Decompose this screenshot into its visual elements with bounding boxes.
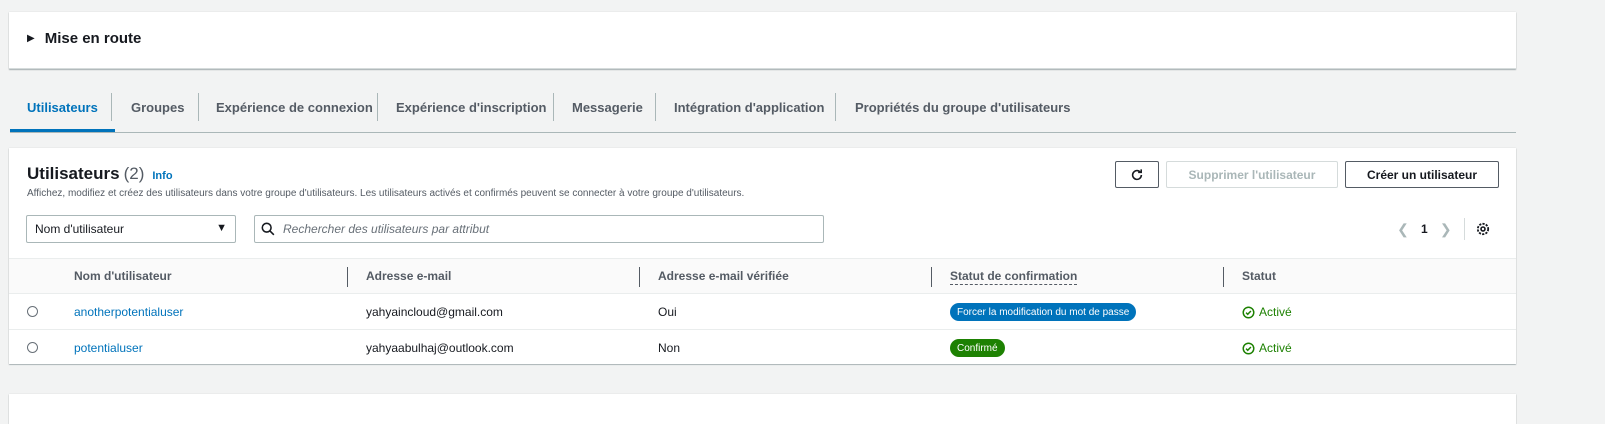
refresh-button[interactable]: [1115, 161, 1159, 188]
column-resizer[interactable]: [931, 267, 932, 287]
users-panel: Utilisateurs (2) Info Affichez, modifiez e…: [9, 148, 1516, 366]
caret-right-icon: ▶: [27, 33, 35, 44]
email-verified-cell: Oui: [658, 305, 677, 319]
refresh-icon: [1131, 168, 1143, 180]
users-heading: Utilisateurs (2) Info: [27, 164, 173, 184]
tab-messaging[interactable]: Messagerie: [555, 88, 660, 126]
table-header: Nom d'utilisateur Adresse e-mail Adresse…: [9, 258, 1516, 294]
previous-page-icon[interactable]: ❮: [1395, 221, 1411, 238]
getting-started-panel: ▶ Mise en route: [9, 12, 1516, 69]
email-verified-cell: Non: [658, 341, 681, 355]
column-header-status[interactable]: Statut: [1242, 269, 1276, 283]
pagination-separator: [1463, 218, 1465, 240]
confirmation-status-badge: Confirmé: [950, 339, 1005, 357]
table-row: anotherpotentialuser yahyaincloud@gmail.…: [9, 294, 1516, 330]
settings-gear-icon[interactable]: [1475, 221, 1491, 237]
status-text: Activé: [1259, 305, 1292, 319]
status-cell: Activé: [1242, 341, 1292, 355]
email-cell: yahyaabulhaj@outlook.com: [366, 341, 514, 355]
caret-down-icon: ▼: [216, 222, 227, 234]
pagination: ❮ 1 ❯: [1395, 218, 1491, 240]
search-input[interactable]: [281, 221, 805, 237]
column-header-username[interactable]: Nom d'utilisateur: [74, 269, 172, 283]
tab-separator: [655, 93, 656, 121]
delete-user-button[interactable]: Supprimer l'utilisateur: [1166, 161, 1338, 188]
info-link[interactable]: Info: [152, 170, 172, 182]
attribute-select[interactable]: Nom d'utilisateur ▼: [26, 215, 236, 243]
status-text: Activé: [1259, 341, 1292, 355]
tab-separator: [553, 93, 554, 121]
tab-sign-up-experience[interactable]: Expérience d'inscription: [379, 88, 563, 126]
tab-sign-in-experience[interactable]: Expérience de connexion: [199, 88, 390, 126]
next-section-panel: [9, 394, 1516, 424]
tab-separator: [111, 93, 112, 121]
create-user-button[interactable]: Créer un utilisateur: [1345, 161, 1499, 188]
users-count: (2): [123, 164, 145, 183]
tab-bar: Utilisateurs Groupes Expérience de conne…: [10, 88, 1516, 133]
search-box: [254, 215, 824, 243]
tab-app-integration[interactable]: Intégration d'application: [657, 88, 841, 126]
username-link[interactable]: anotherpotentialuser: [74, 305, 183, 319]
column-header-email[interactable]: Adresse e-mail: [366, 269, 451, 283]
confirmation-status-badge: Forcer la modification du mot de passe: [950, 303, 1137, 321]
check-circle-icon: [1242, 341, 1255, 355]
tab-separator: [835, 93, 836, 121]
status-cell: Activé: [1242, 305, 1292, 319]
getting-started-toggle[interactable]: ▶ Mise en route: [27, 30, 141, 47]
tab-separator: [377, 93, 378, 121]
getting-started-title: Mise en route: [44, 30, 142, 47]
column-header-confirmation-status[interactable]: Statut de confirmation: [950, 269, 1078, 285]
tab-users[interactable]: Utilisateurs: [10, 88, 115, 132]
column-header-email-verified[interactable]: Adresse e-mail vérifiée: [658, 269, 789, 283]
search-icon: [261, 222, 275, 236]
next-page-icon[interactable]: ❯: [1438, 221, 1454, 238]
column-resizer[interactable]: [639, 267, 640, 287]
table-row: potentialuser yahyaabulhaj@outlook.com N…: [9, 330, 1516, 366]
column-resizer[interactable]: [347, 267, 348, 287]
row-select-radio[interactable]: [27, 306, 38, 317]
users-description: Affichez, modifiez et créez des utilisat…: [27, 188, 745, 199]
tab-groups[interactable]: Groupes: [114, 88, 201, 126]
users-title: Utilisateurs: [27, 164, 120, 183]
attribute-select-value: Nom d'utilisateur: [35, 222, 124, 236]
email-cell: yahyaincloud@gmail.com: [366, 305, 503, 319]
page-number[interactable]: 1: [1421, 222, 1428, 236]
row-select-radio[interactable]: [27, 342, 38, 353]
tab-user-pool-properties[interactable]: Propriétés du groupe d'utilisateurs: [838, 88, 1087, 126]
username-link[interactable]: potentialuser: [74, 341, 143, 355]
check-circle-icon: [1242, 305, 1255, 319]
column-resizer[interactable]: [1223, 267, 1224, 287]
